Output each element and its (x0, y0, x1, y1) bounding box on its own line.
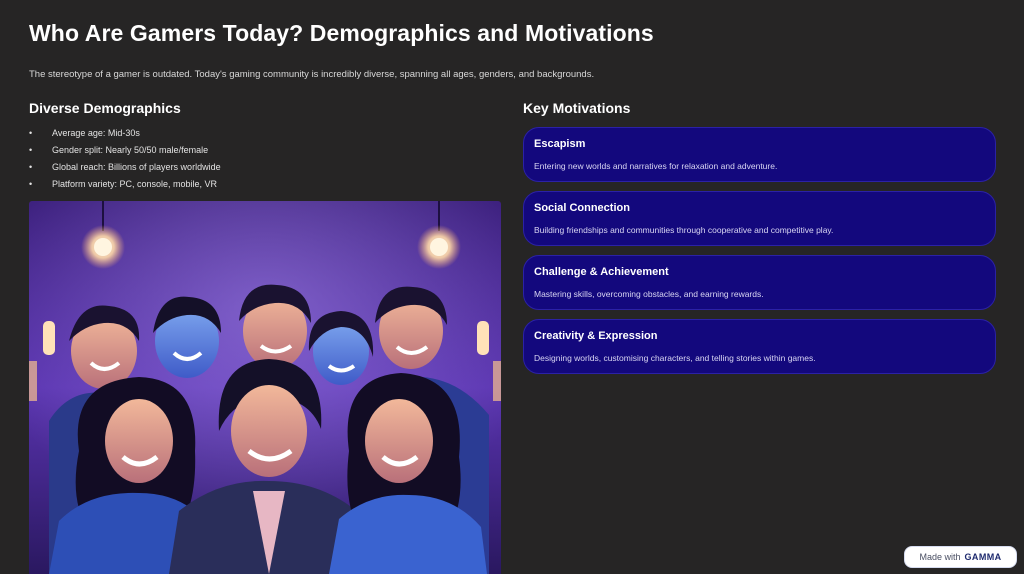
card-title: Creativity & Expression (534, 330, 658, 342)
motivation-card: Escapism Entering new worlds and narrati… (523, 127, 996, 182)
demographics-item-text: Average age: Mid-30s (52, 128, 140, 138)
motivation-card: Challenge & Achievement Mastering skills… (523, 255, 996, 310)
gamers-group-photo (29, 201, 501, 574)
badge-prefix: Made with (919, 552, 961, 562)
demographics-item-text: Platform variety: PC, console, mobile, V… (52, 179, 218, 189)
page-title: Who Are Gamers Today? Demographics and M… (29, 20, 654, 46)
card-description: Entering new worlds and narratives for r… (534, 161, 778, 171)
group-of-smiling-gamers-illustration (29, 201, 501, 574)
demographics-heading: Diverse Demographics (29, 100, 181, 116)
motivation-cards: Escapism Entering new worlds and narrati… (523, 127, 996, 383)
bullet-icon: • (29, 179, 33, 189)
card-description: Building friendships and communities thr… (534, 225, 834, 235)
made-with-gamma-badge[interactable]: Made with GAMMA (904, 546, 1017, 568)
bullet-icon: • (29, 128, 33, 138)
card-title: Social Connection (534, 202, 630, 214)
demographics-item-text: Gender split: Nearly 50/50 male/female (52, 145, 209, 155)
gamma-logo: GAMMA (964, 552, 1002, 562)
motivation-card: Creativity & Expression Designing worlds… (523, 319, 996, 374)
motivations-heading: Key Motivations (523, 100, 631, 116)
bullet-icon: • (29, 145, 33, 155)
card-title: Challenge & Achievement (534, 266, 669, 278)
intro-paragraph: The stereotype of a gamer is outdated. T… (29, 69, 595, 80)
motivation-card: Social Connection Building friendships a… (523, 191, 996, 246)
card-description: Designing worlds, customising characters… (534, 353, 816, 363)
bullet-icon: • (29, 162, 33, 172)
demographics-item-text: Global reach: Billions of players worldw… (52, 162, 221, 172)
slide: Who Are Gamers Today? Demographics and M… (0, 0, 1024, 574)
card-description: Mastering skills, overcoming obstacles, … (534, 289, 764, 299)
card-title: Escapism (534, 138, 586, 150)
